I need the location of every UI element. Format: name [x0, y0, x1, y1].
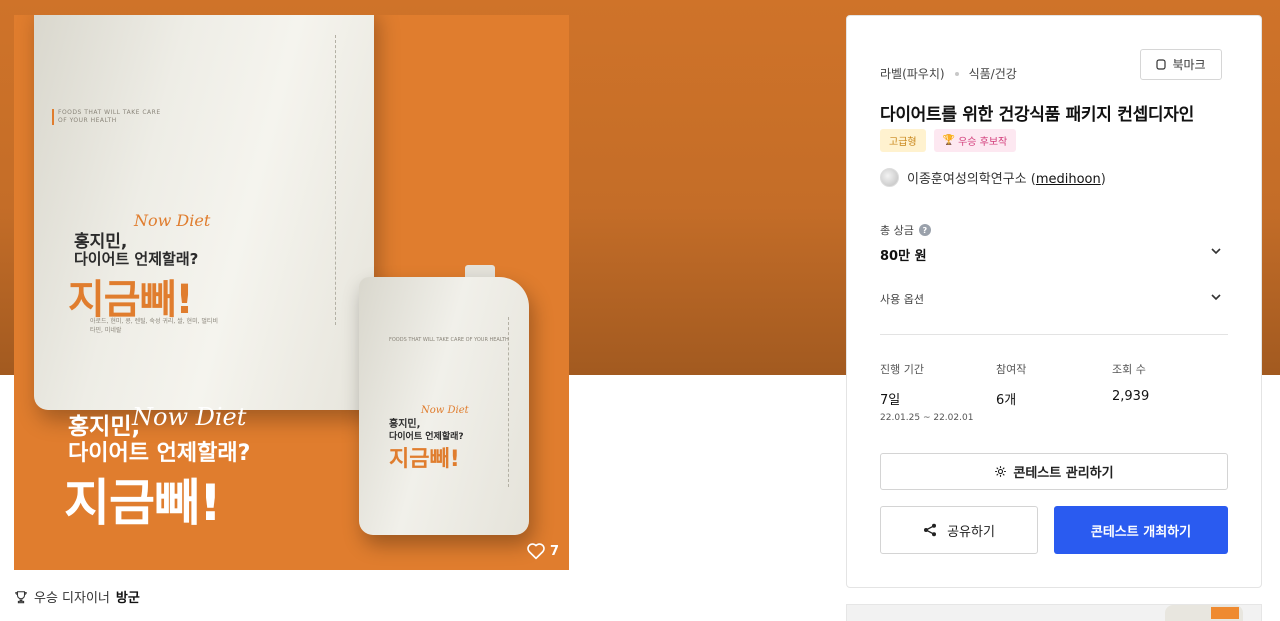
stat-label: 참여작 — [996, 363, 1027, 376]
share-button[interactable]: 공유하기 — [880, 506, 1038, 554]
small-pouch-tagline: FOODS THAT WILL TAKE CARE OF YOUR HEALTH — [389, 337, 509, 343]
winner-candidate-badge: 🏆 우승 후보작 — [933, 129, 1017, 152]
grade-badge: 고급형 — [880, 129, 926, 152]
trophy-icon — [15, 590, 27, 603]
large-pouch-illustration: FOODS THAT WILL TAKE CARE OF YOUR HEALTH… — [34, 15, 374, 410]
grade-badge-label: 고급형 — [889, 137, 917, 148]
stat-label: 진행 기간 — [880, 363, 924, 376]
divider — [880, 334, 1228, 335]
like-count: 7 — [549, 543, 559, 559]
stat-views: 조회 수 2,939 — [1112, 361, 1149, 404]
heart-icon — [527, 543, 545, 560]
small-pouch-copy-line1: 홍지민, — [389, 419, 421, 430]
winner-designer: 우승 디자이너 방군 — [14, 587, 140, 606]
winner-name-link[interactable]: 방군 — [116, 587, 140, 606]
product-image[interactable]: FOODS THAT WILL TAKE CARE OF YOUR HEALTH… — [14, 15, 569, 570]
share-icon — [924, 523, 937, 537]
contest-title: 다이어트를 위한 건강식품 패키지 컨셉디자인 — [880, 105, 1194, 125]
bookmark-button[interactable]: 북마크 — [1140, 49, 1222, 80]
prize-value: 80만 원 — [880, 249, 927, 264]
chevron-down-icon[interactable] — [1209, 244, 1223, 258]
chevron-down-icon[interactable] — [1209, 290, 1223, 304]
avatar — [880, 168, 899, 187]
winner-candidate-label: 우승 후보작 — [958, 137, 1008, 148]
contest-info-panel: 라벨(파우치) 식품/건강 북마크 다이어트를 위한 건강식품 패키지 컨셉디자… — [846, 15, 1262, 588]
pouch-ingredients: 아로드, 현미, 콩, 렌틸, 숙성 귀리, 쌀, 현미, 멀티비타민, 미네랄 — [90, 318, 218, 334]
pouch-copy-script: Now Diet — [134, 211, 211, 230]
gear-icon — [995, 466, 1007, 477]
breadcrumb: 라벨(파우치) 식품/건강 — [880, 65, 1017, 82]
overlay-copy-big: 지금빼! — [64, 474, 222, 532]
manage-contest-label: 콘테스트 관리하기 — [1013, 466, 1114, 481]
prize-label-text: 총 상금 — [880, 224, 914, 237]
small-pouch-copy-big: 지금빼! — [389, 447, 460, 472]
breadcrumb-category[interactable]: 라벨(파우치) — [880, 65, 945, 82]
host-name: 이종훈여성의학연구소 (medihoon) — [907, 172, 1106, 187]
spout-cap — [469, 243, 491, 265]
winner-prefix: 우승 디자이너 — [34, 591, 110, 606]
host-handle-link[interactable]: medihoon — [1036, 172, 1101, 187]
breadcrumb-separator — [954, 71, 959, 76]
stat-value: 7일 — [880, 393, 901, 408]
help-icon[interactable]: ? — [918, 224, 931, 236]
related-preview[interactable] — [846, 604, 1262, 621]
manage-contest-button[interactable]: 콘테스트 관리하기 — [880, 453, 1228, 490]
stat-date-range: 22.01.25 ~ 22.02.01 — [880, 413, 974, 423]
stat-period: 진행 기간 7일 22.01.25 ~ 22.02.01 — [880, 361, 973, 423]
badge-row: 고급형 🏆 우승 후보작 — [880, 129, 1017, 152]
bookmark-label: 북마크 — [1172, 58, 1206, 72]
stat-value: 2,939 — [1112, 389, 1150, 404]
host-name-text: 이종훈여성의학연구소 — [907, 172, 1027, 187]
host-row[interactable]: 이종훈여성의학연구소 (medihoon) — [880, 168, 1106, 187]
stat-entries: 참여작 6개 — [996, 361, 1026, 408]
preview-thumbnail-accent — [1211, 607, 1239, 619]
prize-label: 총 상금 ? — [880, 222, 931, 238]
small-pouch-illustration: FOODS THAT WILL TAKE CARE OF YOUR HEALTH… — [359, 277, 529, 535]
host-contest-button[interactable]: 콘테스트 개최하기 — [1054, 506, 1228, 554]
breadcrumb-subcategory[interactable]: 식품/건강 — [969, 65, 1017, 82]
bookmark-icon — [1156, 59, 1167, 70]
overlay-copy-script: Now Diet — [132, 403, 247, 431]
pouch-tagline: FOODS THAT WILL TAKE CARE OF YOUR HEALTH — [52, 109, 172, 125]
small-pouch-copy-script: Now Diet — [421, 405, 469, 416]
share-label: 공유하기 — [947, 524, 995, 540]
like-button[interactable]: 7 — [526, 542, 559, 560]
usage-options-label[interactable]: 사용 옵션 — [880, 291, 924, 307]
trophy-icon: 🏆 — [942, 135, 956, 146]
pouch-seam — [335, 35, 336, 325]
stat-label: 조회 수 — [1112, 363, 1146, 376]
pouch-copy-line2: 다이어트 언제할래? — [74, 250, 199, 268]
stat-value: 6개 — [996, 393, 1017, 408]
